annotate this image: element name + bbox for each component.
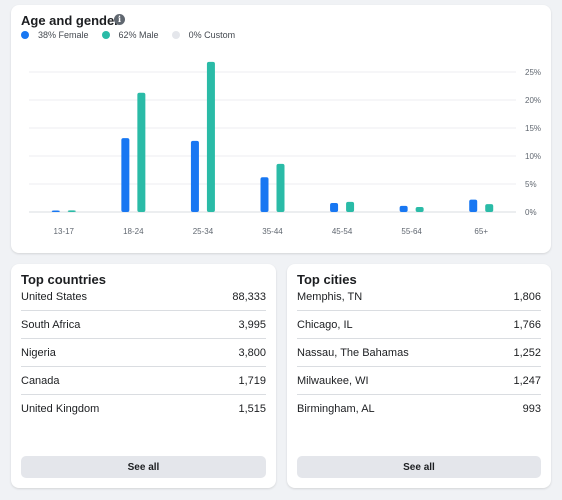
top-cities-card: Top cities Memphis, TN 1,806 Chicago, IL… [287,264,551,488]
country-name: Canada [21,374,60,387]
bar-male-45-54[interactable] [346,201,355,212]
bar-female-25-34[interactable] [190,140,199,212]
x-tick-label: 25-34 [193,227,214,236]
bar-male-25-34[interactable] [206,61,215,212]
countries-list: United States 88,333 South Africa 3,995 … [21,283,266,423]
country-value: 3,800 [238,346,266,359]
bar-male-65+[interactable] [485,204,494,212]
list-item: Chicago, IL 1,766 [297,311,541,339]
country-name: United Kingdom [21,403,100,415]
city-name: Milwaukee, WI [297,374,369,387]
list-item: Memphis, TN 1,806 [297,283,541,311]
age-gender-bar-chart: 25% 20% 15% 10% 5% 0% 13-17 18-24 25-34 35-44 45-5… [29,61,541,236]
list-item: Nassau, The Bahamas 1,252 [297,339,541,367]
y-tick-label: 10% [525,152,541,161]
list-item: Nigeria 3,800 [21,339,266,367]
country-name: United States [21,290,88,303]
cities-list: Memphis, TN 1,806 Chicago, IL 1,766 Nass… [297,283,541,423]
see-all-countries-button[interactable]: See all [21,456,266,478]
bar-female-55-64[interactable] [399,205,408,212]
top-countries-card: Top countries United States 88,333 South… [11,264,276,488]
bar-male-35-44[interactable] [276,163,285,212]
list-item: United States 88,333 [21,283,266,311]
country-value: 1,515 [238,403,266,415]
bar-female-35-44[interactable] [260,177,269,212]
list-item: United Kingdom 1,515 [21,395,266,423]
city-name: Birmingham, AL [297,403,375,415]
list-item: South Africa 3,995 [21,311,266,339]
bar-female-65+[interactable] [469,199,478,212]
age-gender-card: Age and gender i 38% Female 62% Male 0% … [11,5,551,253]
bar-female-18-24[interactable] [121,138,130,212]
x-tick-label: 18-24 [123,227,144,236]
bar-female-45-54[interactable] [330,203,339,212]
see-all-cities-button[interactable]: See all [297,456,541,478]
city-name: Memphis, TN [297,290,363,303]
city-value: 1,252 [513,346,541,359]
y-tick-label: 5% [525,180,537,189]
country-name: South Africa [21,318,81,331]
x-tick-label: 13-17 [54,227,75,236]
bar-female-13-17[interactable] [51,210,60,213]
y-tick-label: 25% [525,68,541,77]
x-tick-label: 35-44 [262,227,283,236]
y-tick-label: 20% [525,96,541,105]
country-name: Nigeria [21,346,56,359]
city-value: 1,766 [513,318,541,331]
list-item: Birmingham, AL 993 [297,395,541,423]
bar-male-13-17[interactable] [67,210,76,212]
x-tick-label: 65+ [474,227,488,236]
city-value: 1,806 [513,290,541,303]
x-tick-label: 55-64 [401,227,422,236]
bar-male-55-64[interactable] [415,206,424,212]
y-tick-label: 15% [525,124,541,133]
y-tick-label: 0% [525,208,537,217]
city-value: 993 [522,403,541,415]
country-value: 88,333 [232,290,266,303]
city-name: Nassau, The Bahamas [297,346,409,359]
city-name: Chicago, IL [297,318,353,331]
city-value: 1,247 [513,374,541,387]
country-value: 3,995 [238,318,266,331]
list-item: Canada 1,719 [21,367,266,395]
bar-male-18-24[interactable] [137,92,146,212]
country-value: 1,719 [238,374,266,387]
x-tick-label: 45-54 [332,227,353,236]
list-item: Milwaukee, WI 1,247 [297,367,541,395]
